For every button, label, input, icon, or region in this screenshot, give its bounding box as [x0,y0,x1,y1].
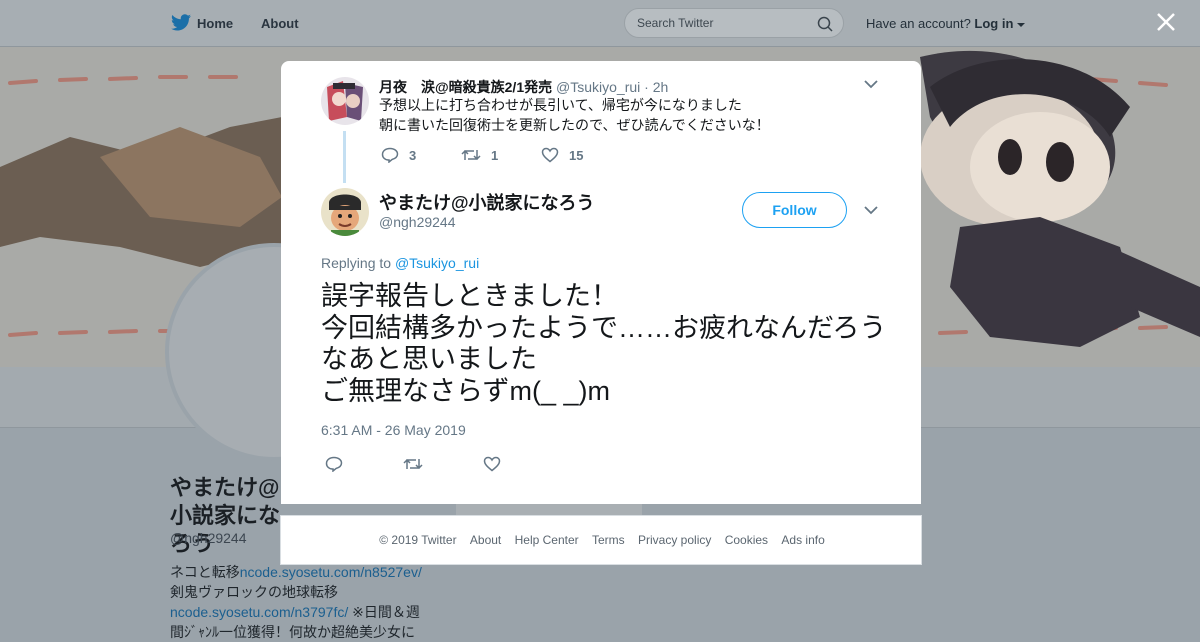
twitter-bird-icon[interactable] [171,14,191,31]
footer-link-terms[interactable]: Terms [592,533,625,547]
top-navigation-bar: Home About Have an account? Log in [0,0,1200,47]
like-button[interactable]: 15 [541,147,583,163]
have-account-text: Have an account? [866,16,971,31]
reply-count: 3 [409,147,417,163]
footer-link-help-center[interactable]: Help Center [515,533,579,547]
parent-tweet-line: 朝に書いた回復術士を更新したので、ぜひ読んでくださいな！ [379,117,770,133]
reply-icon [381,147,399,163]
chevron-down-icon[interactable] [864,80,878,89]
avatar[interactable] [321,77,369,125]
replying-to-link[interactable]: @Tsukiyo_rui [395,255,479,271]
parent-author-handle: @Tsukiyo_rui [556,79,641,95]
parent-tweet-time[interactable]: · 2h [644,79,668,95]
footer-link-privacy-policy[interactable]: Privacy policy [638,533,711,547]
like-count: 15 [569,147,584,163]
parent-tweet-author[interactable]: 月夜 涙@暗殺貴族2/1発売 @Tsukiyo_rui · 2h [379,77,668,97]
heart-icon [541,147,559,163]
cartoon-avatar-image [321,188,369,236]
footer-copyright: © 2019 Twitter [379,533,457,547]
book-cover-avatar-image [321,77,369,125]
tweet-modal: 月夜 涙@暗殺貴族2/1発売 @Tsukiyo_rui · 2h 予想以上に打ち… [281,61,921,504]
replying-to: Replying to @Tsukiyo_rui [321,255,479,271]
chevron-down-icon[interactable] [864,206,878,215]
thread-connector [343,131,346,183]
profile-handle: @ngh29244 [170,530,247,546]
parent-tweet-line: 予想以上に打ち合わせが長引いて、帰宅が今になりました [379,97,742,113]
nav-home-link[interactable]: Home [197,16,233,31]
search-input[interactable] [637,16,807,30]
avatar[interactable] [321,188,369,236]
profile-bio: ネコと転移ncode.syosetu.com/n8527ev/ 剣鬼ヴァロックの… [170,562,430,642]
reply-icon[interactable] [325,456,343,472]
bio-link[interactable]: ncode.syosetu.com/n3797fc/ [170,604,348,620]
retweet-count: 1 [491,147,499,163]
tweet-author-handle[interactable]: @ngh29244 [379,214,456,230]
bio-text: 剣鬼ヴァロックの地球転移 [170,584,338,600]
follow-button[interactable]: Follow [742,192,847,228]
tweet-timestamp[interactable]: 6:31 AM - 26 May 2019 [321,422,466,438]
modal-footer: © 2019 Twitter About Help Center Terms P… [280,515,922,565]
tweet-text-line: 今回結構多かったようで……お疲れなんだろうなあと思いました [321,312,887,375]
retweet-icon [461,149,481,161]
retweet-icon[interactable] [403,456,423,472]
chevron-down-icon[interactable] [1017,22,1026,28]
footer-links: © 2019 Twitter About Help Center Terms P… [281,533,923,547]
bio-link[interactable]: ncode.syosetu.com/n8527ev/ [240,564,422,580]
tweet-author-name[interactable]: やまたけ@小説家になろう [379,189,595,215]
footer-link-ads-info[interactable]: Ads info [781,533,824,547]
tweet-text: 誤字報告しときました！ 今回結構多かったようで……お疲れなんだろうなあと思いまし… [321,281,891,407]
search-icon[interactable] [817,16,833,32]
replying-prefix: Replying to [321,255,392,271]
search-box [624,8,844,38]
parent-author-name: 月夜 涙@暗殺貴族2/1発売 [379,79,553,95]
footer-link-cookies[interactable]: Cookies [725,533,768,547]
bio-text: ネコと転移 [170,564,240,580]
login-link[interactable]: Log in [974,16,1013,31]
reply-button[interactable]: 3 [381,147,416,163]
tweet-text-line: ご無理なさらずm(_ _)m [321,375,610,406]
nav-about-link[interactable]: About [261,16,299,31]
close-icon[interactable] [1156,12,1176,32]
login-prompt: Have an account? Log in [866,16,1026,31]
heart-icon[interactable] [483,456,501,472]
tweet-text-line: 誤字報告しときました！ [321,281,618,311]
footer-link-about[interactable]: About [470,533,501,547]
parent-tweet-text: 予想以上に打ち合わせが長引いて、帰宅が今になりました 朝に書いた回復術士を更新し… [379,95,770,135]
retweet-button[interactable]: 1 [461,147,498,163]
